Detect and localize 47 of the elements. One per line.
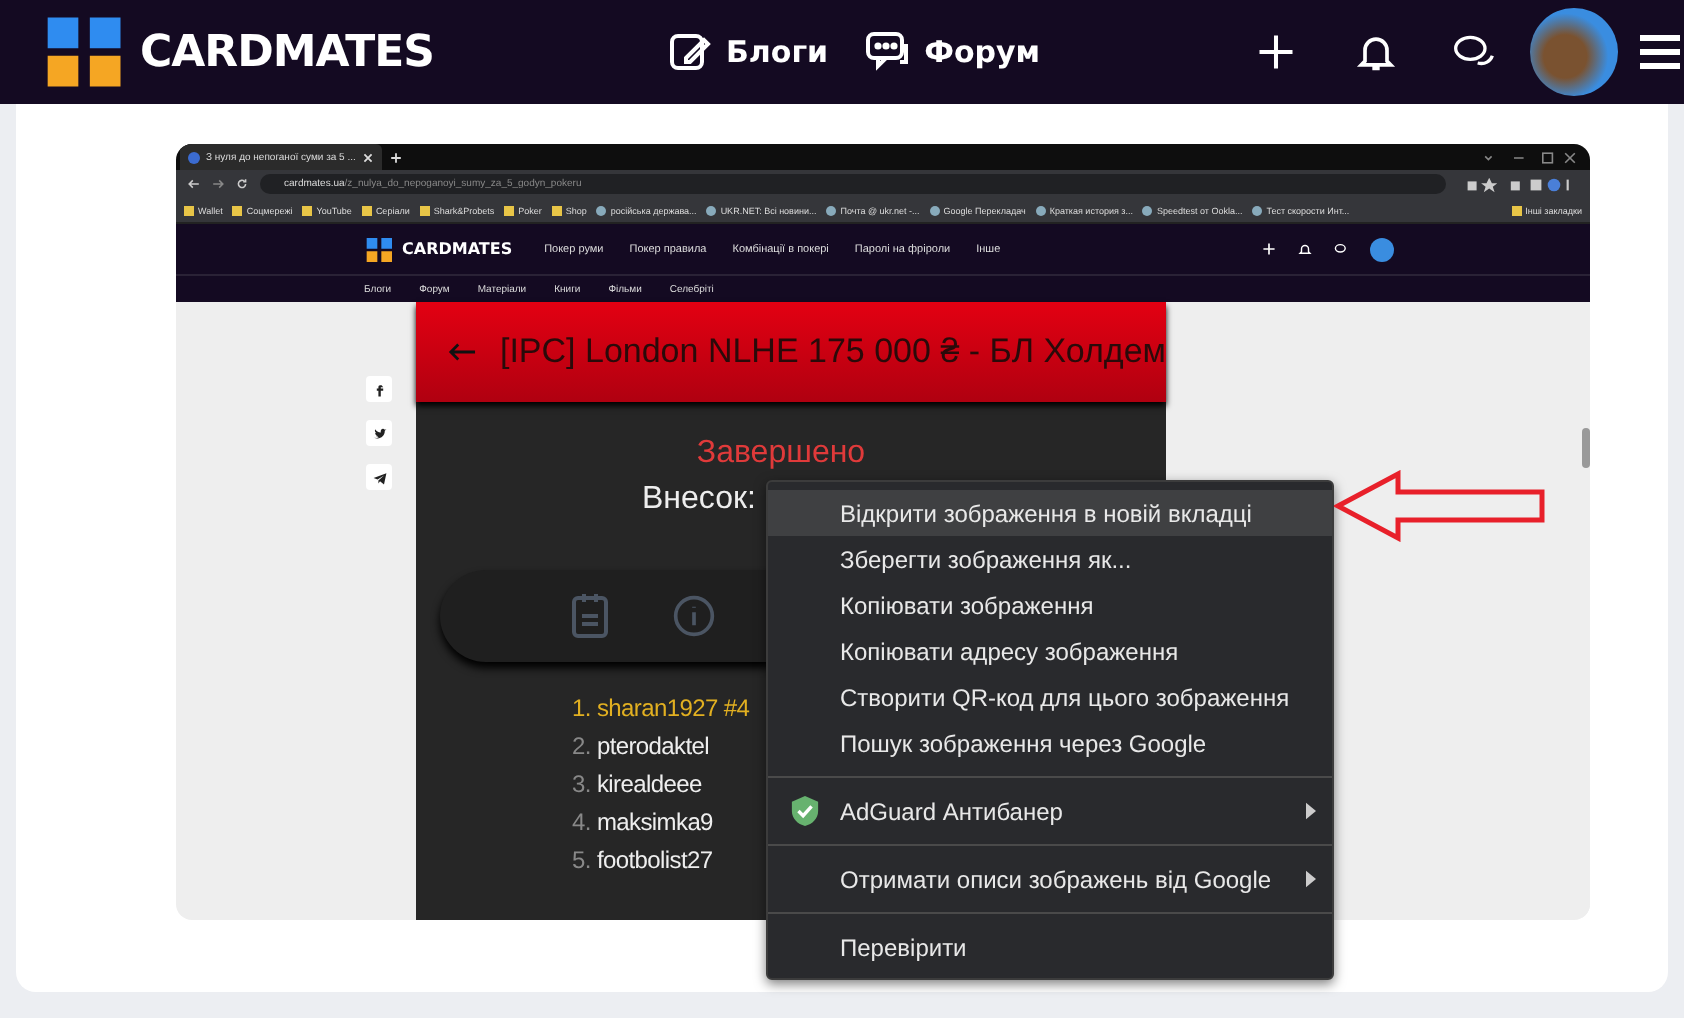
logo-text[interactable]: CARDMATES [140, 27, 434, 77]
player-entry: 5. footbolist27 [572, 846, 713, 876]
close-icon[interactable] [361, 151, 374, 163]
menu-item[interactable]: Копіювати адресу зображення [768, 628, 1332, 674]
tournament-status: Завершено [694, 436, 868, 472]
avatar[interactable] [1370, 237, 1394, 261]
new-tab-icon[interactable] [389, 151, 402, 163]
favicon-icon [188, 151, 200, 163]
plus-icon[interactable] [1262, 242, 1276, 256]
player-entry: 2. pterodaktel [572, 732, 710, 762]
chat-icon[interactable] [1334, 242, 1348, 256]
menu-item[interactable]: Копіювати зображення [768, 582, 1332, 628]
plus-icon[interactable] [1254, 30, 1298, 74]
reload-icon[interactable] [236, 178, 248, 190]
bird-icon [371, 425, 387, 441]
facebook-button[interactable] [366, 376, 392, 402]
logo-icon[interactable] [364, 233, 396, 265]
bell-icon[interactable] [1298, 242, 1312, 256]
player-entry: 4. maksimka9 [572, 808, 713, 838]
menu-icon[interactable] [1640, 32, 1680, 72]
twitter-button[interactable] [366, 420, 392, 446]
facebook-icon [371, 381, 387, 397]
nav-link[interactable]: Блоги [666, 28, 829, 76]
submenu-arrow-icon [1306, 870, 1316, 888]
contribution-label: Внесок: [642, 482, 756, 518]
forward-icon[interactable] [212, 178, 224, 190]
back-icon[interactable] [188, 178, 200, 190]
player-entry: 1. sharan1927 #4 [572, 694, 750, 724]
paper-plane-icon [371, 469, 387, 485]
logo-text[interactable]: CARDMATES [402, 240, 513, 258]
menu-item[interactable]: Створити QR-код для цього зображення [768, 674, 1332, 720]
shield-icon [789, 794, 819, 828]
menu-item[interactable]: Перевірити [768, 924, 1332, 970]
chat-bubble-icon [864, 28, 913, 76]
menu-item[interactable]: Отримати описи зображень від Google [768, 856, 1332, 902]
avatar[interactable] [1530, 8, 1618, 96]
menu-item[interactable]: AdGuard Антибанер [768, 788, 1332, 834]
menu-item[interactable]: Пошук зображення через Google [768, 720, 1332, 766]
nav-link[interactable]: Форум [864, 28, 1041, 76]
menu-item[interactable]: Зберегти зображення як... [768, 536, 1332, 582]
pencil-note-icon [666, 28, 714, 76]
submenu-arrow-icon [1306, 802, 1316, 820]
player-entry: 3. kirealdeee [572, 770, 702, 800]
menu-item[interactable]: Відкрити зображення в новій вкладці [768, 490, 1332, 536]
clipboard-icon[interactable] [568, 592, 612, 640]
tournament-title: [IPC] London NLHE 175 000 ₴ - БЛ Холдем [499, 332, 1166, 372]
telegram-button[interactable] [366, 464, 392, 490]
